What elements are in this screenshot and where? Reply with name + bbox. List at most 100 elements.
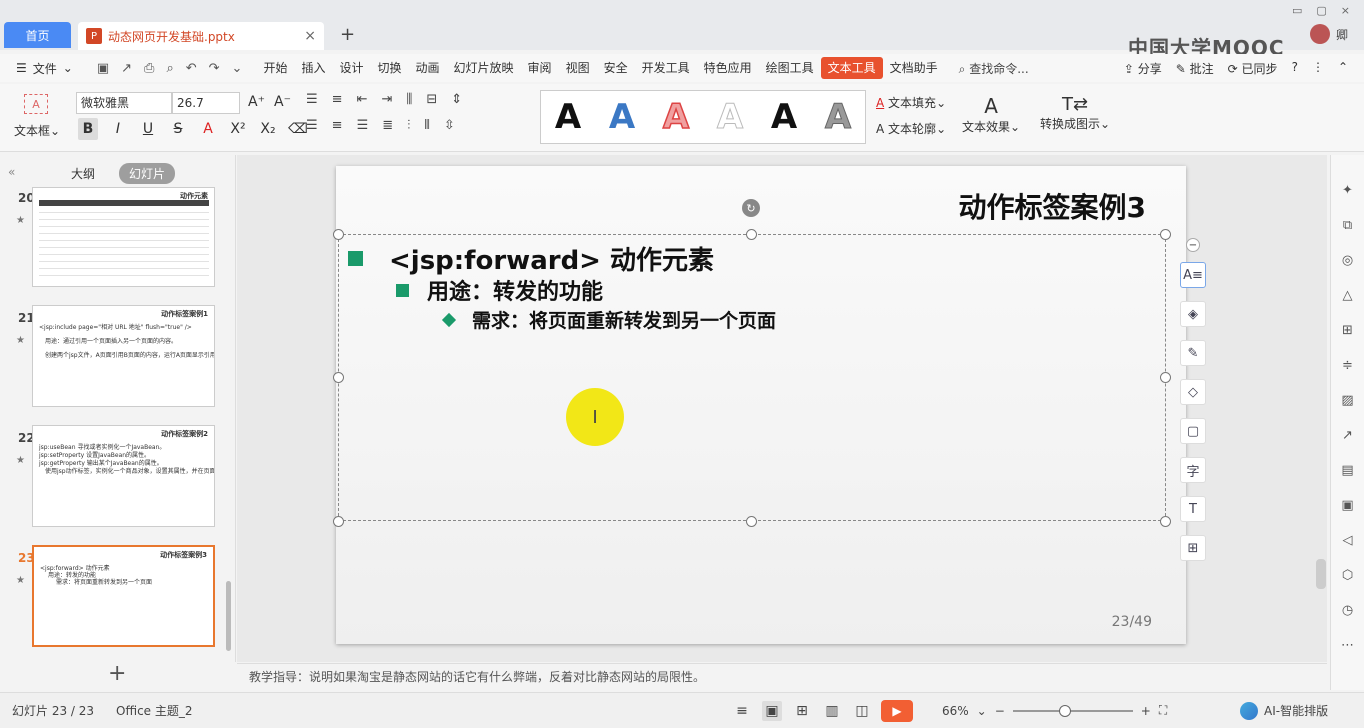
play-slideshow-button[interactable]: ▶: [881, 699, 913, 722]
reading-view-icon[interactable]: ▥: [822, 701, 842, 721]
text-effect-button[interactable]: A 文本效果⌄: [962, 94, 1020, 135]
window-minimize-icon[interactable]: ▭: [1292, 4, 1302, 17]
tab-review[interactable]: 审阅: [521, 57, 559, 79]
comment-button[interactable]: ✎ 批注: [1176, 60, 1214, 77]
print-preview-icon[interactable]: ⌕: [166, 61, 173, 76]
textbox-button[interactable]: 文本框⌄: [14, 122, 60, 139]
fit-window-icon[interactable]: ⛶: [1159, 703, 1167, 718]
align-text-icon[interactable]: ⊟: [426, 92, 437, 107]
font-icon[interactable]: 字: [1180, 457, 1206, 483]
tab-start[interactable]: 开始: [256, 57, 294, 79]
tab-slides[interactable]: 幻灯片: [119, 163, 176, 184]
slide-thumbnail-21[interactable]: 动作标签案例1 <jsp:include page="相对 URL 地址" fl…: [32, 305, 215, 407]
subscript-icon[interactable]: X₂: [258, 118, 278, 140]
layers-icon[interactable]: ◈: [1180, 301, 1206, 327]
font-color-icon[interactable]: A: [198, 118, 218, 140]
superscript-icon[interactable]: X²: [228, 118, 248, 140]
text-style-gray[interactable]: A: [824, 97, 851, 138]
tab-design[interactable]: 设计: [332, 57, 370, 79]
speaker-notes[interactable]: 教学指导：说明如果淘宝是静态网站的话它有什么弊端，反着对比静态网站的局限性。: [237, 663, 1327, 690]
text-format-icon[interactable]: A≡: [1180, 262, 1206, 288]
outline-frame-icon[interactable]: ▢: [1180, 418, 1206, 444]
resize-handle[interactable]: [333, 229, 344, 240]
slide-thumbnail-23[interactable]: 动作标签案例3 <jsp:forward> 动作元素 用途：转发的功能 需求：将…: [32, 545, 215, 647]
scrollbar-thumb[interactable]: [1316, 559, 1326, 589]
bullet-text[interactable]: 需求：将页面重新转发到另一个页面: [472, 306, 776, 333]
tab-doc-assistant[interactable]: 文档助手: [883, 57, 945, 79]
panel-scrollbar[interactable]: [226, 581, 231, 651]
zoom-level[interactable]: 66%: [942, 704, 969, 718]
speaker-icon[interactable]: ◁: [1339, 531, 1357, 549]
distribute-icon[interactable]: ⫶: [407, 118, 410, 133]
columns-icon[interactable]: ⫴: [424, 118, 429, 133]
font-size-select[interactable]: 26.7: [172, 92, 240, 114]
bullet-text[interactable]: 用途：转发的功能: [427, 274, 603, 306]
shrink-font-icon[interactable]: A⁻: [274, 94, 291, 110]
line-spacing-icon[interactable]: ⇕: [451, 92, 462, 107]
resize-handle[interactable]: [1160, 372, 1171, 383]
collapse-floatbar-icon[interactable]: −: [1186, 238, 1200, 252]
tab-text-tools[interactable]: 文本工具: [820, 57, 883, 79]
zoom-out-icon[interactable]: −: [995, 704, 1005, 718]
shield-icon[interactable]: ⬡: [1339, 566, 1357, 584]
magic-icon[interactable]: ✦: [1339, 181, 1357, 199]
text-style-white-outline[interactable]: A: [716, 97, 743, 138]
justify-icon[interactable]: ≣: [382, 118, 393, 133]
bullet-text[interactable]: <jsp:forward> 动作元素: [389, 240, 714, 277]
copy-icon[interactable]: ⧉: [1339, 216, 1357, 234]
canvas-scrollbar[interactable]: [1314, 155, 1328, 662]
align-center-icon[interactable]: ≡: [332, 118, 343, 133]
tab-security[interactable]: 安全: [597, 57, 635, 79]
picture-icon[interactable]: ▣: [1339, 496, 1357, 514]
slide-thumbnail-20[interactable]: 动作元素: [32, 187, 215, 287]
tab-document[interactable]: P 动态网页开发基础.pptx ×: [78, 22, 324, 50]
slide-thumbnail-22[interactable]: 动作标签案例2 jsp:useBean 寻找或者实例化一个JavaBean。 j…: [32, 425, 215, 527]
resize-handle[interactable]: [746, 229, 757, 240]
command-search[interactable]: ⌕ 查找命令...: [959, 60, 1029, 77]
zoom-in-icon[interactable]: +: [1141, 704, 1151, 718]
tab-animation[interactable]: 动画: [409, 57, 447, 79]
resize-handle[interactable]: [746, 516, 757, 527]
more-icon[interactable]: ⋯: [1339, 636, 1357, 654]
fill-bucket-icon[interactable]: ◇: [1180, 379, 1206, 405]
file-menu[interactable]: ☰ 文件 ⌄: [16, 60, 73, 77]
align-right-icon[interactable]: ☰: [357, 118, 369, 133]
tab-view[interactable]: 视图: [559, 57, 597, 79]
triangle-icon[interactable]: △: [1339, 286, 1357, 304]
align-left-icon[interactable]: ☰: [306, 118, 318, 133]
tab-home[interactable]: 首页: [4, 22, 71, 48]
tab-slideshow[interactable]: 幻灯片放映: [447, 57, 521, 79]
paragraph-spacing-icon[interactable]: ⇳: [444, 118, 455, 133]
slide-sorter-icon[interactable]: ⊞: [792, 701, 812, 721]
archive-icon[interactable]: ▤: [1339, 461, 1357, 479]
resize-handle[interactable]: [1160, 516, 1171, 527]
shapes-icon[interactable]: ◎: [1339, 251, 1357, 269]
more-icon[interactable]: ⋮: [1312, 60, 1324, 77]
notes-toggle-icon[interactable]: ≡: [732, 701, 752, 721]
window-restore-icon[interactable]: ▢: [1316, 4, 1326, 17]
italic-icon[interactable]: I: [108, 118, 128, 140]
user-name[interactable]: 卿: [1336, 26, 1348, 43]
tab-developer[interactable]: 开发工具: [635, 57, 697, 79]
export-icon[interactable]: ↗: [1339, 426, 1357, 444]
text-style-blue[interactable]: A: [609, 97, 635, 137]
help-icon[interactable]: ?: [1292, 60, 1298, 77]
collapse-ribbon-icon[interactable]: ⌃: [1338, 60, 1348, 77]
decrease-indent-icon[interactable]: ⇤: [357, 92, 368, 107]
tab-insert[interactable]: 插入: [294, 57, 332, 79]
bullet-list-icon[interactable]: ☰: [306, 92, 318, 107]
resize-handle[interactable]: [333, 516, 344, 527]
text-direction-icon[interactable]: ⫼: [406, 92, 412, 107]
close-tab-icon[interactable]: ×: [304, 28, 316, 44]
zoom-menu-chevron-icon[interactable]: ⌄: [977, 704, 987, 718]
print-icon[interactable]: ⎙: [144, 61, 154, 76]
brush-icon[interactable]: ✎: [1180, 340, 1206, 366]
theme-name[interactable]: Office 主题_2: [116, 702, 192, 719]
window-close-icon[interactable]: ×: [1341, 4, 1350, 17]
save-icon[interactable]: ▣: [97, 61, 109, 76]
zoom-slider[interactable]: [1012, 704, 1133, 717]
text-fill-button[interactable]: A 文本填充⌄: [876, 94, 946, 111]
convert-to-smartart-button[interactable]: T⇄ 转换成图示⌄: [1040, 94, 1110, 132]
ai-layout-button[interactable]: AI-智能排版: [1240, 701, 1328, 720]
clear-format-icon[interactable]: ⌫: [288, 118, 308, 140]
